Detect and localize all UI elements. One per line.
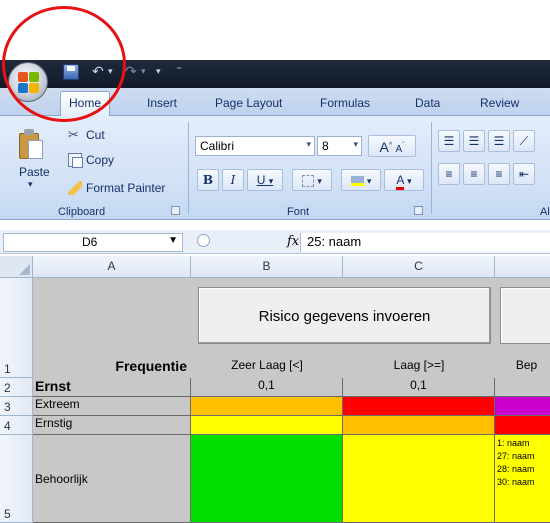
tab-insert[interactable]: Insert (147, 96, 177, 110)
borders-button[interactable]: ▾ (292, 169, 332, 191)
row-header-1[interactable]: 1 (0, 278, 33, 378)
cell-b2[interactable]: 0,1 (191, 378, 343, 397)
cell-c4[interactable] (343, 416, 495, 435)
font-color-icon: A (396, 173, 404, 190)
cell-d1[interactable]: Bep (495, 358, 550, 378)
tab-home[interactable]: Home (60, 91, 111, 117)
customize-toolbar-icon[interactable]: ▾ (156, 62, 161, 80)
align-middle-icon[interactable]: ☰ (463, 130, 485, 152)
tab-page-layout[interactable]: Page Layout (215, 96, 282, 110)
column-header-c[interactable]: C (343, 256, 495, 278)
paste-icon[interactable] (19, 129, 43, 159)
copy-icon[interactable] (68, 153, 83, 168)
list-item: 28: naam (497, 464, 535, 474)
office-logo-icon (18, 72, 40, 94)
format-painter-button[interactable]: Format Painter (86, 181, 165, 195)
cell-a3-extreem[interactable]: Extreem (33, 397, 191, 416)
list-item: 27: naam (497, 451, 535, 461)
cell-b1[interactable]: Zeer Laag [<] (191, 358, 343, 378)
clipboard-group-label: Clipboard (58, 206, 106, 218)
cell-a1-frequentie[interactable]: Frequentie (33, 358, 191, 378)
redo-icon[interactable]: ↷ (125, 62, 137, 80)
font-family-select[interactable]: Calibri ▾ (195, 136, 315, 156)
italic-button[interactable]: I (222, 169, 244, 191)
cell-a5-behoorlijk[interactable]: Behoorlijk (33, 435, 191, 523)
cell-c5[interactable] (343, 435, 495, 523)
align-bottom-icon[interactable]: ☰ (488, 130, 510, 152)
cell-c3[interactable] (343, 397, 495, 416)
alignment-group-label: Al (540, 206, 550, 218)
group-separator (431, 122, 432, 214)
font-color-button[interactable]: A ▾ (384, 169, 424, 191)
office-button[interactable] (8, 62, 48, 102)
chevron-down-icon: ▾ (306, 139, 311, 149)
insert-function-button[interactable]: fx (287, 234, 299, 249)
cell-d2[interactable] (495, 378, 550, 397)
row-header-2[interactable]: 2 (0, 378, 33, 397)
list-item: 30: naam (497, 477, 535, 487)
group-separator (188, 122, 189, 214)
fill-bucket-icon (350, 175, 364, 186)
grow-font-icon[interactable]: A (380, 139, 389, 155)
tab-data[interactable]: Data (415, 96, 440, 110)
font-group-label: Font (287, 206, 310, 218)
undo-dropdown-icon[interactable]: ▾ (108, 62, 113, 80)
formula-bar-resize-handle[interactable] (197, 234, 210, 247)
redo-dropdown-icon[interactable]: ▾ (141, 62, 146, 80)
title-bar (0, 60, 550, 88)
grow-shrink-font-buttons[interactable]: A^ Aˇ (368, 135, 416, 157)
font-dialog-launcher-icon[interactable] (414, 206, 423, 215)
column-header-d[interactable] (495, 256, 550, 278)
tab-formulas[interactable]: Formulas (320, 96, 370, 110)
risk-data-entry-button[interactable]: Risico gegevens invoeren (198, 287, 491, 344)
bold-button[interactable]: B (197, 169, 219, 191)
clipboard-dialog-launcher-icon[interactable] (171, 206, 180, 215)
formula-input[interactable]: 25: naam (300, 233, 550, 252)
cell-a4-ernstig[interactable]: Ernstig (33, 416, 191, 435)
fill-color-button[interactable]: ▾ (341, 169, 381, 191)
paste-button[interactable]: Paste (19, 165, 50, 179)
undo-icon[interactable]: ↶ (92, 62, 104, 80)
row-header-3[interactable]: 3 (0, 397, 33, 416)
column-header-b[interactable]: B (191, 256, 343, 278)
cut-button[interactable]: Cut (86, 128, 105, 142)
underline-button[interactable]: U ▾ (247, 169, 283, 191)
excel-window: ↶ ▾ ↷ ▾ ▾ ⁼ Home Insert Page Layout Form… (0, 0, 550, 523)
align-left-icon[interactable]: ≡ (438, 163, 460, 185)
borders-icon (302, 174, 315, 187)
align-top-icon[interactable]: ☰ (438, 130, 460, 152)
list-item: 1: naam (497, 438, 530, 448)
cell-b5[interactable] (191, 435, 343, 523)
quick-access-separator: ⁼ (176, 63, 183, 77)
format-painter-icon[interactable] (68, 181, 82, 195)
cell-b4[interactable] (191, 416, 343, 435)
chevron-down-icon: ▾ (353, 139, 358, 149)
second-sheet-button[interactable] (500, 287, 550, 344)
copy-button[interactable]: Copy (86, 153, 114, 167)
cell-a2-ernst[interactable]: Ernst (33, 378, 191, 397)
orientation-icon[interactable]: ⟋ (513, 130, 535, 152)
align-center-icon[interactable]: ≡ (463, 163, 485, 185)
column-header-a[interactable]: A (33, 256, 191, 278)
name-box[interactable]: D6 ▼ (3, 233, 183, 252)
save-icon[interactable] (63, 64, 79, 80)
cell-d5-names[interactable]: 1: naam 27: naam 28: naam 30: naam (495, 435, 550, 523)
align-right-icon[interactable]: ≡ (488, 163, 510, 185)
cell-d3[interactable] (495, 397, 550, 416)
paste-dropdown-icon[interactable]: ▾ (28, 179, 33, 190)
select-all-corner[interactable] (0, 256, 33, 278)
row-header-5[interactable]: 5 (0, 435, 33, 523)
cell-c2[interactable]: 0,1 (343, 378, 495, 397)
decrease-indent-icon[interactable]: ⇤ (513, 163, 535, 185)
tab-review[interactable]: Review (480, 96, 519, 110)
cell-d4[interactable] (495, 416, 550, 435)
cell-b3[interactable] (191, 397, 343, 416)
chevron-down-icon: ▼ (168, 235, 178, 246)
font-size-select[interactable]: 8 ▾ (317, 136, 362, 156)
scissors-icon[interactable]: ✂ (68, 128, 82, 142)
row-header-4[interactable]: 4 (0, 416, 33, 435)
cell-c1[interactable]: Laag [>=] (343, 358, 495, 378)
